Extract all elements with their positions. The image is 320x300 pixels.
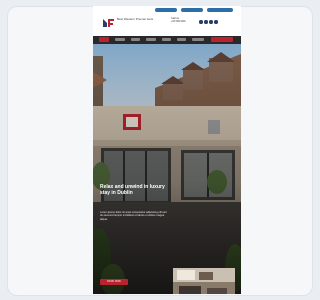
hero-hotel-image bbox=[93, 44, 241, 294]
top-utility-bar bbox=[93, 6, 241, 14]
hero-body-text: Lorem ipsum dolor sit amet consectetur a… bbox=[100, 211, 167, 221]
twitter-icon[interactable] bbox=[204, 20, 208, 24]
utility-pill-3[interactable] bbox=[207, 8, 233, 12]
youtube-icon[interactable] bbox=[214, 20, 218, 24]
utility-pill-2[interactable] bbox=[181, 8, 203, 12]
facebook-icon[interactable] bbox=[199, 20, 203, 24]
nav-link-6[interactable] bbox=[192, 38, 204, 41]
logo-icon[interactable] bbox=[103, 18, 114, 27]
brand-name[interactable]: Best Western Premier Hotel bbox=[117, 18, 153, 21]
nav-link-3[interactable] bbox=[146, 38, 156, 41]
contact-info: Call us +00 000 000 bbox=[171, 17, 191, 23]
nav-link-5[interactable] bbox=[177, 38, 186, 41]
hero-headline: Relax and unwind in luxury stay in Dubli… bbox=[100, 184, 165, 196]
nav-link-2[interactable] bbox=[131, 38, 140, 41]
mobile-page-preview: Best Western Premier Hotel Call us +00 0… bbox=[93, 6, 241, 294]
hero-book-now-button[interactable]: BOOK NOW bbox=[100, 279, 128, 285]
instagram-icon[interactable] bbox=[209, 20, 213, 24]
nav-link-4[interactable] bbox=[162, 38, 171, 41]
nav-home-button[interactable] bbox=[99, 37, 109, 42]
utility-pill-1[interactable] bbox=[155, 8, 177, 12]
nav-book-now-button[interactable] bbox=[211, 37, 233, 42]
nav-link-1[interactable] bbox=[115, 38, 125, 41]
lobby-photo bbox=[173, 268, 235, 294]
contact-line-2[interactable]: +00 000 000 bbox=[171, 20, 191, 23]
